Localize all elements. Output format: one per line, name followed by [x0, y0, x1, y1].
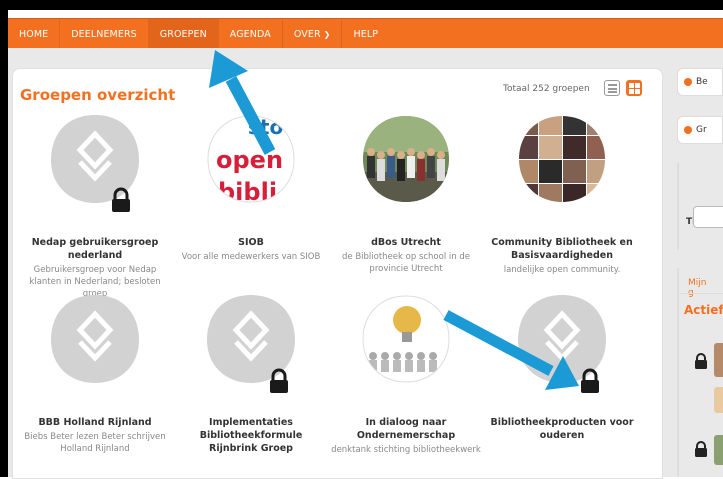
arrow-up-icon	[209, 50, 276, 155]
annotation-arrows	[209, 50, 579, 390]
screenshot-frame: HOME DEELNEMERS GROEPEN AGENDA OVER ❯ HEL…	[0, 0, 723, 479]
arrow-down-icon	[443, 310, 579, 390]
